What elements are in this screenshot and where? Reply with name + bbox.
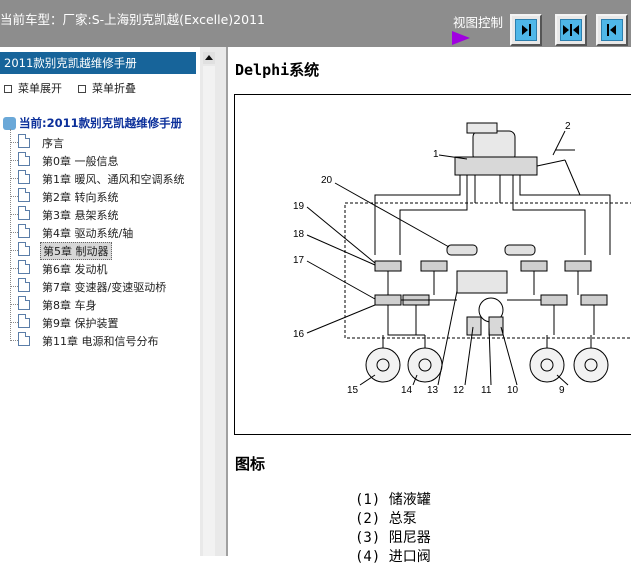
tree-item-label: 第0章 一般信息: [42, 155, 119, 168]
document-icon: [18, 278, 30, 292]
diagram-label: 18: [293, 229, 305, 240]
diagram-label: 11: [481, 385, 492, 396]
sidebar: 2011款别克凯越维修手册 菜单展开 菜单折叠 当前:2011款别克凯越维修手册…: [0, 47, 200, 556]
legend-num: (1): [355, 492, 381, 508]
tree-item-label: 第6章 发动机: [42, 263, 108, 276]
document-icon: [18, 224, 30, 238]
diagram-label: 20: [321, 175, 333, 186]
tree-item-label: 第3章 悬架系统: [42, 209, 119, 222]
document-icon: [18, 188, 30, 202]
legend-num: (2): [355, 511, 381, 527]
document-icon: [18, 260, 30, 274]
legend-item: (2) 总泵: [355, 508, 431, 527]
legend-title: 图标: [235, 455, 266, 473]
diagram-label: 19: [293, 201, 305, 212]
diagram-label: 12: [453, 385, 465, 396]
legend-label: 进口阀: [388, 549, 431, 565]
page-title: Delphi系统: [235, 61, 320, 79]
legend-num: (3): [355, 530, 381, 546]
diagram-label: 16: [293, 329, 305, 340]
document-icon: [18, 152, 30, 166]
legend-label: 储液罐: [388, 492, 431, 508]
tree-item-label: 第7章 变速器/变速驱动桥: [42, 281, 167, 294]
collapse-left-button[interactable]: [510, 14, 542, 46]
tree-item-label: 第11章 电源和信号分布: [42, 335, 159, 348]
brake-system-diagram: 1 2 20 19 18 17 16 15 14 13 12 11 10 9: [234, 94, 631, 435]
tree-item-label: 序言: [42, 137, 64, 150]
tree-item-label: 第5章 制动器: [40, 242, 112, 260]
diagram-label: 13: [427, 385, 439, 396]
diagram-label: 14: [401, 385, 413, 396]
menu-collapse-control[interactable]: 菜单折叠: [78, 80, 136, 96]
content-pane: Delphi系统 1 2 20 19 18 17 16 15 14 13 12 …: [228, 47, 631, 565]
view-control-arrow-icon: [452, 31, 470, 45]
expand-box-icon: [4, 85, 12, 93]
menu-expand-label: 菜单展开: [18, 82, 62, 95]
split-view-button[interactable]: [555, 14, 587, 46]
document-icon: [18, 332, 30, 346]
manual-title-bar[interactable]: 2011款别克凯越维修手册: [0, 52, 196, 74]
tree-root[interactable]: 当前:2011款别克凯越维修手册: [3, 115, 182, 131]
legend-item: (3) 阻尼器: [355, 527, 431, 546]
legend-label: 总泵: [388, 511, 417, 527]
scrollbar-track[interactable]: [203, 66, 215, 556]
tree-item-label: 第4章 驱动系统/轴: [42, 227, 134, 240]
header-bar: 当前车型：厂家:S-上海别克凯越(Excelle)2011 视图控制: [0, 0, 631, 47]
scroll-up-arrow-icon[interactable]: [203, 52, 215, 64]
tree-root-label: 当前:2011款别克凯越维修手册: [19, 116, 183, 130]
legend-label: 阻尼器: [388, 530, 431, 546]
document-icon: [18, 206, 30, 220]
document-icon: [18, 242, 30, 256]
diagram-label: 15: [347, 385, 359, 396]
view-control-label: 视图控制: [453, 15, 504, 30]
brake-system-schematic: 1 2 20 19 18 17 16 15 14 13 12 11 10 9: [293, 121, 631, 396]
document-icon: [18, 296, 30, 310]
expand-right-button[interactable]: [596, 14, 628, 46]
diagram-label: 9: [559, 385, 565, 396]
diagram-label: 1: [433, 149, 439, 160]
tree-item-label: 第9章 保护装置: [42, 317, 119, 330]
arrow-from-left-bar-icon: [607, 24, 616, 36]
tree-item-label: 第2章 转向系统: [42, 191, 119, 204]
diagram-label: 10: [507, 385, 519, 396]
vehicle-title: 当前车型：厂家:S-上海别克凯越(Excelle)2011: [0, 12, 265, 27]
tree-item-label: 第8章 车身: [42, 299, 97, 312]
legend-num: (4): [355, 549, 381, 565]
legend-item: (1) 储液罐: [355, 489, 431, 508]
menu-expand-control[interactable]: 菜单展开: [4, 80, 62, 96]
arrow-into-right-bar-icon: [522, 24, 531, 36]
diagram-label: 17: [293, 255, 305, 266]
split-view-icon: [563, 24, 579, 36]
document-icon: [18, 314, 30, 328]
document-icon: [18, 134, 30, 148]
document-icon: [18, 170, 30, 184]
menu-collapse-label: 菜单折叠: [92, 82, 136, 95]
diagram-label: 2: [565, 121, 571, 132]
legend-list: (1) 储液罐 (2) 总泵 (3) 阻尼器 (4) 进口阀: [355, 489, 431, 565]
tree-item-label: 第1章 暖风、通风和空调系统: [42, 173, 185, 186]
collapse-box-icon: [78, 85, 86, 93]
